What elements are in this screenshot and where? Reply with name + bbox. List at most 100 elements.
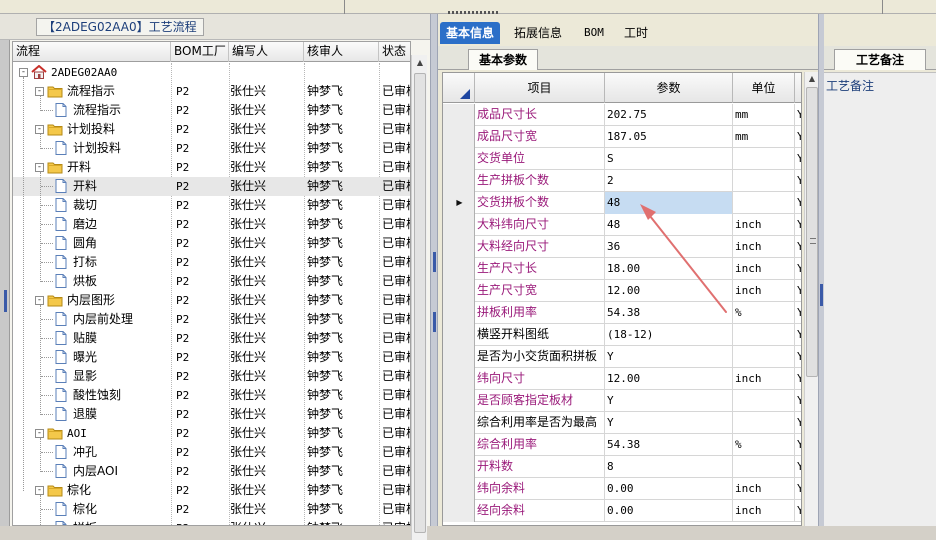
column-header-status[interactable]: 状态: [379, 42, 410, 62]
grid-row[interactable]: 综合利用率54.38%Y: [443, 434, 801, 456]
tree-row[interactable]: 开料 P2 张仕兴 钟梦飞 已审核: [13, 177, 410, 196]
grid-row[interactable]: 是否顾客指定板材YY: [443, 390, 801, 412]
grid-row[interactable]: 大料纬向尺寸48inchY: [443, 214, 801, 236]
tree-row[interactable]: 内层AOI P2 张仕兴 钟梦飞 已审核: [13, 462, 410, 481]
splitter-grip[interactable]: [433, 252, 436, 272]
tree-row[interactable]: 圆角 P2 张仕兴 钟梦飞 已审核: [13, 234, 410, 253]
grid-row[interactable]: 生产尺寸宽12.00inchY: [443, 280, 801, 302]
tree-row[interactable]: 酸性蚀刻 P2 张仕兴 钟梦飞 已审核: [13, 386, 410, 405]
param-value-cell[interactable]: 2: [605, 170, 733, 192]
collapse-toggle-icon[interactable]: -: [35, 163, 44, 172]
tab-basic-info[interactable]: 基本信息: [440, 22, 501, 44]
row-selector[interactable]: [443, 214, 475, 236]
row-selector[interactable]: [443, 500, 475, 522]
tree-row[interactable]: - 计划投料 P2 张仕兴 钟梦飞 已审核: [13, 120, 410, 139]
row-selector[interactable]: [443, 434, 475, 456]
row-selector[interactable]: [443, 170, 475, 192]
grid-row[interactable]: 纬向余料0.00inchY: [443, 478, 801, 500]
row-selector[interactable]: [443, 280, 475, 302]
tab-basic-params[interactable]: 基本参数: [468, 49, 538, 70]
column-header-param[interactable]: 参数: [605, 73, 733, 103]
row-selector[interactable]: [443, 456, 475, 478]
tree-scrollbar[interactable]: ▲: [411, 55, 427, 540]
scroll-up-arrow-icon[interactable]: ▲: [412, 55, 428, 71]
tree-row[interactable]: 打标 P2 张仕兴 钟梦飞 已审核: [13, 253, 410, 272]
row-selector[interactable]: [443, 324, 475, 346]
remarks-body[interactable]: 工艺备注: [824, 72, 936, 526]
tree-row[interactable]: - 内层图形 P2 张仕兴 钟梦飞 已审核: [13, 291, 410, 310]
column-header-item[interactable]: 项目: [475, 73, 605, 103]
tree-row[interactable]: - 2ADEG02AA0: [13, 63, 410, 82]
tree-row[interactable]: 内层前处理 P2 张仕兴 钟梦飞 已审核: [13, 310, 410, 329]
param-value-cell[interactable]: 54.38: [605, 434, 733, 456]
grid-row[interactable]: 生产拼板个数2 Y: [443, 170, 801, 192]
column-header-flow[interactable]: 流程: [13, 42, 171, 62]
tree-row[interactable]: 显影 P2 张仕兴 钟梦飞 已审核: [13, 367, 410, 386]
tree-row[interactable]: 曝光 P2 张仕兴 钟梦飞 已审核: [13, 348, 410, 367]
grid-row[interactable]: 开料数8 Y: [443, 456, 801, 478]
param-value-cell[interactable]: Y: [605, 390, 733, 412]
grid-row[interactable]: 拼板利用率54.38%Y: [443, 302, 801, 324]
grid-row[interactable]: 经向余料0.00inchY: [443, 500, 801, 522]
collapse-toggle-icon[interactable]: -: [35, 296, 44, 305]
column-header-reviewer[interactable]: 核审人: [304, 42, 379, 62]
grid-row[interactable]: 是否为小交货面积拼板YY: [443, 346, 801, 368]
param-value-cell[interactable]: (18-12): [605, 324, 733, 346]
scroll-thumb[interactable]: [806, 87, 818, 377]
collapse-handle[interactable]: [4, 290, 7, 312]
panel-splitter[interactable]: [430, 14, 438, 526]
param-value-cell[interactable]: 0.00: [605, 500, 733, 522]
collapse-toggle-icon[interactable]: -: [19, 68, 28, 77]
param-value-cell[interactable]: 187.05: [605, 126, 733, 148]
column-header-bom-factory[interactable]: BOM工厂: [171, 42, 229, 62]
grid-row[interactable]: 生产尺寸长18.00inchY: [443, 258, 801, 280]
tree-row[interactable]: 冲孔 P2 张仕兴 钟梦飞 已审核: [13, 443, 410, 462]
param-value-cell[interactable]: 202.75: [605, 104, 733, 126]
grid-row[interactable]: ▶交货拼板个数48 Y: [443, 192, 801, 214]
column-header-unit[interactable]: 单位: [733, 73, 795, 103]
tree-row[interactable]: 贴膜 P2 张仕兴 钟梦飞 已审核: [13, 329, 410, 348]
tree-row[interactable]: 计划投料 P2 张仕兴 钟梦飞 已审核: [13, 139, 410, 158]
tree-row[interactable]: 棕化 P2 张仕兴 钟梦飞 已审核: [13, 500, 410, 519]
tree-row[interactable]: 烘板 P2 张仕兴 钟梦飞 已审核: [13, 272, 410, 291]
row-selector[interactable]: [443, 412, 475, 434]
column-header-writer[interactable]: 编写人: [229, 42, 304, 62]
param-value-cell[interactable]: S: [605, 148, 733, 170]
tree-row[interactable]: 拼板 P2张仕兴钟梦飞已审核: [13, 519, 410, 525]
param-value-cell[interactable]: 48: [605, 192, 733, 214]
grid-row[interactable]: 纬向尺寸12.00inchY: [443, 368, 801, 390]
param-value-cell[interactable]: 18.00: [605, 258, 733, 280]
row-selector[interactable]: [443, 258, 475, 280]
row-selector[interactable]: [443, 104, 475, 126]
tree-row[interactable]: - 流程指示 P2 张仕兴 钟梦飞 已审核: [13, 82, 410, 101]
param-value-cell[interactable]: 36: [605, 236, 733, 258]
grid-scrollbar[interactable]: ▲: [804, 72, 818, 526]
grid-row[interactable]: 大料经向尺寸36inchY: [443, 236, 801, 258]
tree-row[interactable]: 流程指示 P2 张仕兴 钟梦飞 已审核: [13, 101, 410, 120]
tree-row[interactable]: - AOI P2 张仕兴 钟梦飞 已审核: [13, 424, 410, 443]
tab-process-remarks[interactable]: 工艺备注: [834, 49, 926, 70]
grid-row[interactable]: 交货单位S Y: [443, 148, 801, 170]
grid-row[interactable]: 综合利用率是否为最高YY: [443, 412, 801, 434]
tab-extended-info[interactable]: 拓展信息: [508, 22, 568, 44]
tree-row[interactable]: 退膜 P2 张仕兴 钟梦飞 已审核: [13, 405, 410, 424]
row-selector[interactable]: [443, 126, 475, 148]
row-selector[interactable]: [443, 390, 475, 412]
splitter-grip[interactable]: [433, 312, 436, 332]
collapse-toggle-icon[interactable]: -: [35, 486, 44, 495]
param-value-cell[interactable]: Y: [605, 346, 733, 368]
grid-row[interactable]: 成品尺寸宽187.05mmY: [443, 126, 801, 148]
param-value-cell[interactable]: 12.00: [605, 368, 733, 390]
param-value-cell[interactable]: 0.00: [605, 478, 733, 500]
grid-corner[interactable]: [443, 73, 475, 103]
param-value-cell[interactable]: 8: [605, 456, 733, 478]
row-selector[interactable]: [443, 236, 475, 258]
tree-row[interactable]: 裁切 P2 张仕兴 钟梦飞 已审核: [13, 196, 410, 215]
splitter-grip[interactable]: [820, 284, 823, 306]
scroll-up-arrow-icon[interactable]: ▲: [805, 72, 819, 86]
grid-row[interactable]: 横竖开料图纸(18-12) Y: [443, 324, 801, 346]
row-selector[interactable]: [443, 148, 475, 170]
tree-row[interactable]: - 开料 P2 张仕兴 钟梦飞 已审核: [13, 158, 410, 177]
param-value-cell[interactable]: 54.38: [605, 302, 733, 324]
tree-row[interactable]: 磨边 P2 张仕兴 钟梦飞 已审核: [13, 215, 410, 234]
